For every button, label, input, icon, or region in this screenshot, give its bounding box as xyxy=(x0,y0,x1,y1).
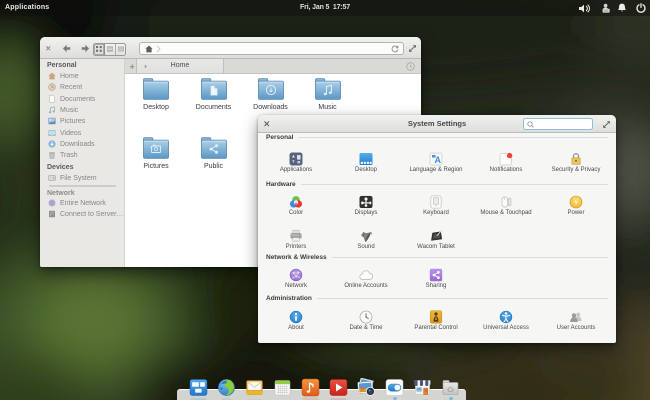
svg-text:A: A xyxy=(435,155,442,165)
